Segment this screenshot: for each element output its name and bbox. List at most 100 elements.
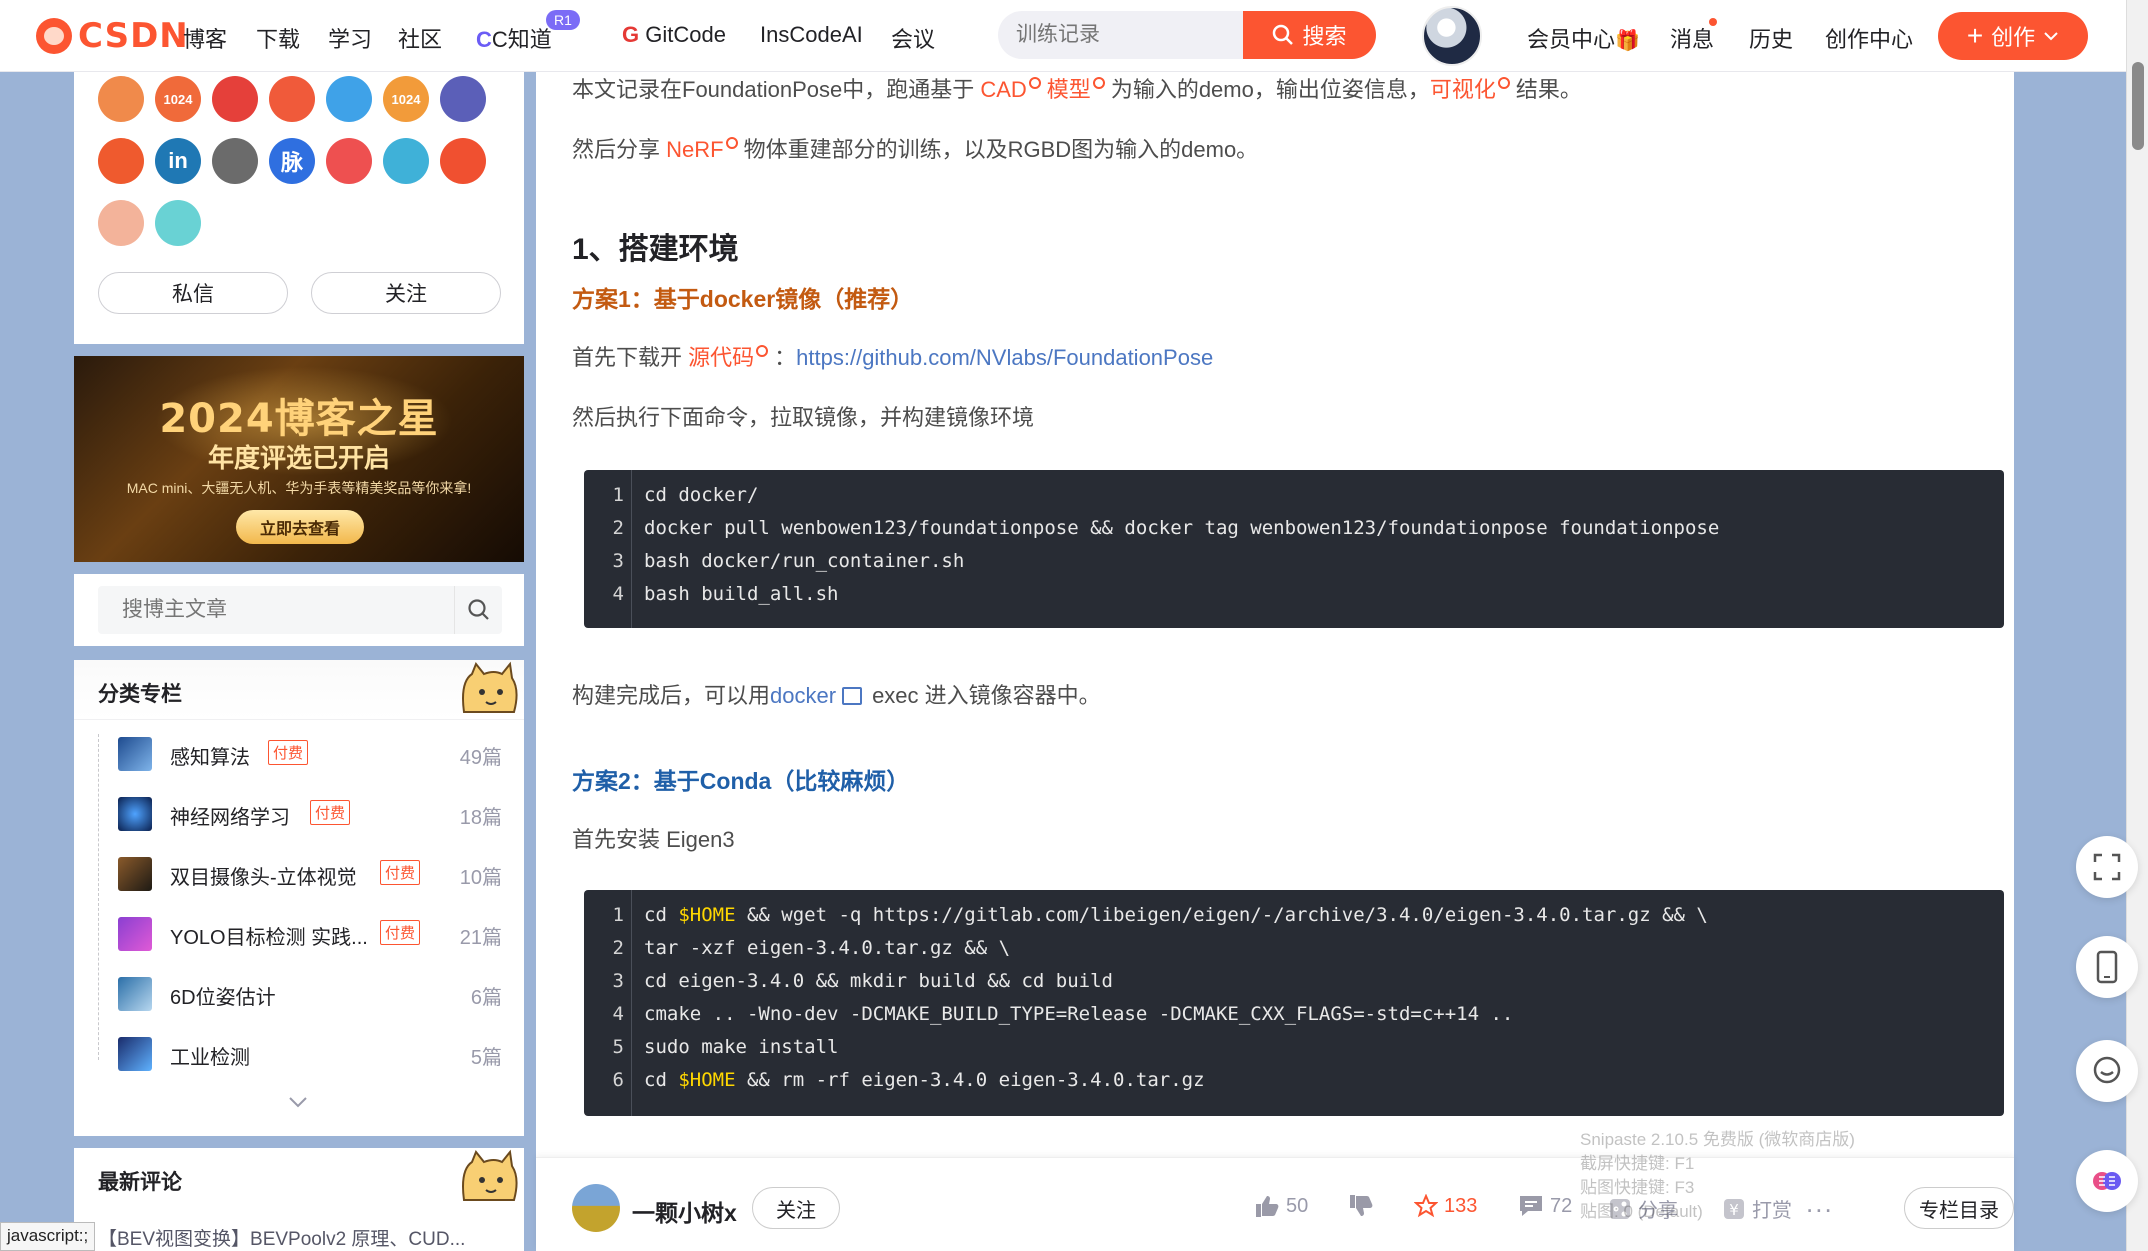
keyword-link-visualize[interactable]: 可视化 bbox=[1430, 77, 1496, 102]
1024-badge-icon[interactable]: 1024 bbox=[155, 76, 201, 122]
fullscreen-button[interactable] bbox=[2076, 836, 2138, 898]
pen-badge-icon[interactable] bbox=[212, 76, 258, 122]
rank-badge-icon[interactable] bbox=[440, 138, 486, 184]
scrollbar-thumb[interactable] bbox=[2132, 62, 2144, 150]
nav-gitcode[interactable]: G GitCode bbox=[622, 22, 726, 48]
category-name: 工业检测 bbox=[170, 1047, 250, 1069]
blog-search-button[interactable] bbox=[454, 586, 502, 634]
text-span: 为输入的demo，输出位姿信息， bbox=[1110, 77, 1430, 102]
category-item[interactable]: YOLO目标检测 实践... 付费 21篇 bbox=[98, 904, 502, 964]
cknow-icon: C bbox=[476, 27, 492, 52]
line-number: 1 bbox=[612, 484, 624, 506]
category-name: 感知算法 bbox=[170, 747, 250, 769]
code-block-eigen[interactable]: 1 2 3 4 5 6 cd $HOME && wget -q https://… bbox=[584, 890, 2004, 1116]
snipaste-line: 贴图: 0 (Default) bbox=[1580, 1202, 1703, 1221]
nav-history[interactable]: 历史 bbox=[1749, 22, 1793, 54]
top-navigation-bar: CSDN 博客 下载 学习 社区 CC知道 R1 G GitCode InsCo… bbox=[0, 0, 2126, 72]
blog-search-input[interactable] bbox=[98, 586, 448, 634]
keyword-link-cad[interactable]: CAD bbox=[980, 77, 1026, 102]
keyword-link-docker[interactable]: docker bbox=[770, 683, 836, 708]
chat-badge-icon[interactable] bbox=[383, 138, 429, 184]
code-line: bash build_all.sh bbox=[644, 583, 839, 605]
nav-blog[interactable]: 博客 bbox=[183, 22, 227, 54]
keyword-link-model[interactable]: 模型 bbox=[1047, 77, 1091, 102]
nav-vip-center[interactable]: 会员中心🎁 bbox=[1527, 22, 1640, 54]
ai-assistant-button[interactable] bbox=[2076, 1150, 2138, 1212]
favorite-button[interactable]: 133 bbox=[1414, 1194, 1477, 1218]
category-item[interactable]: 感知算法 付费 49篇 bbox=[98, 724, 502, 784]
nav-creation-center[interactable]: 创作中心 bbox=[1825, 22, 1913, 54]
private-message-button[interactable]: 私信 bbox=[98, 272, 288, 314]
expand-more-icon[interactable] bbox=[286, 1092, 310, 1112]
category-item[interactable]: 工业检测 5篇 bbox=[98, 1024, 502, 1084]
toolbar-follow-button[interactable]: 关注 bbox=[752, 1187, 840, 1229]
bubble-badge-icon[interactable] bbox=[155, 200, 201, 246]
comment-icon bbox=[1520, 1196, 1542, 1216]
category-item[interactable]: 6D位姿估计 6篇 bbox=[98, 964, 502, 1024]
keyword-link-nerf[interactable]: NeRF bbox=[666, 137, 723, 162]
category-count: 49篇 bbox=[459, 747, 502, 769]
nav-messages[interactable]: 消息 bbox=[1670, 22, 1714, 54]
global-search: 搜索 bbox=[998, 11, 1376, 59]
global-search-input[interactable] bbox=[998, 11, 1243, 59]
anniversary-badge-icon[interactable] bbox=[98, 200, 144, 246]
global-search-button[interactable]: 搜索 bbox=[1243, 11, 1376, 59]
code-block-docker[interactable]: 1 2 3 4 cd docker/ docker pull wenbowen1… bbox=[584, 470, 2004, 628]
1024-gold-badge-icon[interactable]: 1024 bbox=[383, 76, 429, 122]
thumbs-down-icon bbox=[1350, 1195, 1373, 1216]
nav-inscodeai[interactable]: InsCodeAI bbox=[760, 22, 863, 48]
blog-star-ad-banner[interactable]: 2024博客之星 年度评选已开启 MAC mini、大疆无人机、华为手表等精美奖… bbox=[74, 356, 524, 562]
fire-badge-icon[interactable] bbox=[98, 138, 144, 184]
expert-badge-icon[interactable] bbox=[440, 76, 486, 122]
csdn-logo[interactable]: CSDN bbox=[36, 16, 189, 56]
mobile-view-button[interactable] bbox=[2076, 936, 2138, 998]
category-count: 10篇 bbox=[459, 867, 502, 889]
article-content: 本文记录在FoundationPose中，跑通基于 CAD 模型 为输入的demo，… bbox=[536, 72, 2014, 1251]
column-catalog-button[interactable]: 专栏目录 bbox=[1904, 1187, 2014, 1229]
medal-badge-icon[interactable] bbox=[326, 138, 372, 184]
line-number: 4 bbox=[612, 583, 624, 605]
text-span: 构建完成后，可以用 bbox=[572, 683, 771, 708]
chat-support-button[interactable] bbox=[2076, 1040, 2138, 1102]
nav-learn[interactable]: 学习 bbox=[328, 22, 372, 54]
nav-download[interactable]: 下载 bbox=[256, 22, 300, 54]
search-icon bbox=[467, 599, 489, 620]
star-icon bbox=[1414, 1194, 1438, 1218]
category-item[interactable]: 神经网络学习 付费 18篇 bbox=[98, 784, 502, 844]
category-item[interactable]: 双目摄像头-立体视觉 付费 10篇 bbox=[98, 844, 502, 904]
author-name[interactable]: 一颗小树x bbox=[632, 1194, 737, 1228]
blog-search-box bbox=[98, 586, 502, 634]
latest-comment-link[interactable]: 【BEV视图变换】BEVPoolv2 原理、CUD... bbox=[98, 1224, 465, 1251]
ad-view-button[interactable]: 立即去查看 bbox=[236, 510, 364, 544]
monkey-badge-icon[interactable] bbox=[269, 76, 315, 122]
star-badge-icon[interactable] bbox=[326, 76, 372, 122]
keyword-link-source[interactable]: 源代码 bbox=[688, 345, 754, 370]
paid-badge: 付费 bbox=[268, 740, 309, 765]
cat-mascot-icon bbox=[462, 661, 518, 713]
line-number: 1 bbox=[612, 904, 624, 926]
user-avatar[interactable] bbox=[1422, 6, 1482, 66]
author-avatar[interactable] bbox=[572, 1184, 620, 1232]
follow-author-button[interactable]: 关注 bbox=[311, 272, 501, 314]
category-name: 神经网络学习 bbox=[170, 807, 290, 829]
nav-cknow[interactable]: CC知道 bbox=[476, 22, 552, 54]
maimai-badge-icon[interactable]: 脉 bbox=[269, 138, 315, 184]
comment-button[interactable]: 72 bbox=[1518, 1194, 1572, 1218]
linkedin-badge-icon[interactable]: in bbox=[155, 138, 201, 184]
github-url-link[interactable]: https://github.com/NVlabs/FoundationPose bbox=[796, 345, 1213, 370]
dislike-button[interactable] bbox=[1348, 1194, 1374, 1218]
search-button-label: 搜索 bbox=[1302, 24, 1347, 49]
download-source-paragraph: 首先下载开 源代码 ：https://github.com/NVlabs/Foun… bbox=[572, 340, 1213, 372]
category-count: 6篇 bbox=[470, 987, 502, 1009]
create-button[interactable]: + 创作 bbox=[1938, 12, 2088, 60]
nav-community[interactable]: 社区 bbox=[398, 22, 442, 54]
paid-badge: 付费 bbox=[380, 920, 421, 945]
csdn-badge-icon[interactable] bbox=[98, 76, 144, 122]
category-thumbnail bbox=[118, 737, 152, 771]
code-line: bash docker/run_container.sh bbox=[644, 550, 965, 572]
like-button[interactable]: 50 bbox=[1254, 1194, 1308, 1218]
nav-conference[interactable]: 会议 bbox=[891, 22, 935, 54]
nav-gitcode-label: GitCode bbox=[645, 22, 726, 47]
snipaste-tooltip: Snipaste 2.10.5 免费版 (微软商店版) 截屏快捷键: F1 贴图… bbox=[1580, 1128, 1880, 1238]
github-badge-icon[interactable] bbox=[212, 138, 258, 184]
